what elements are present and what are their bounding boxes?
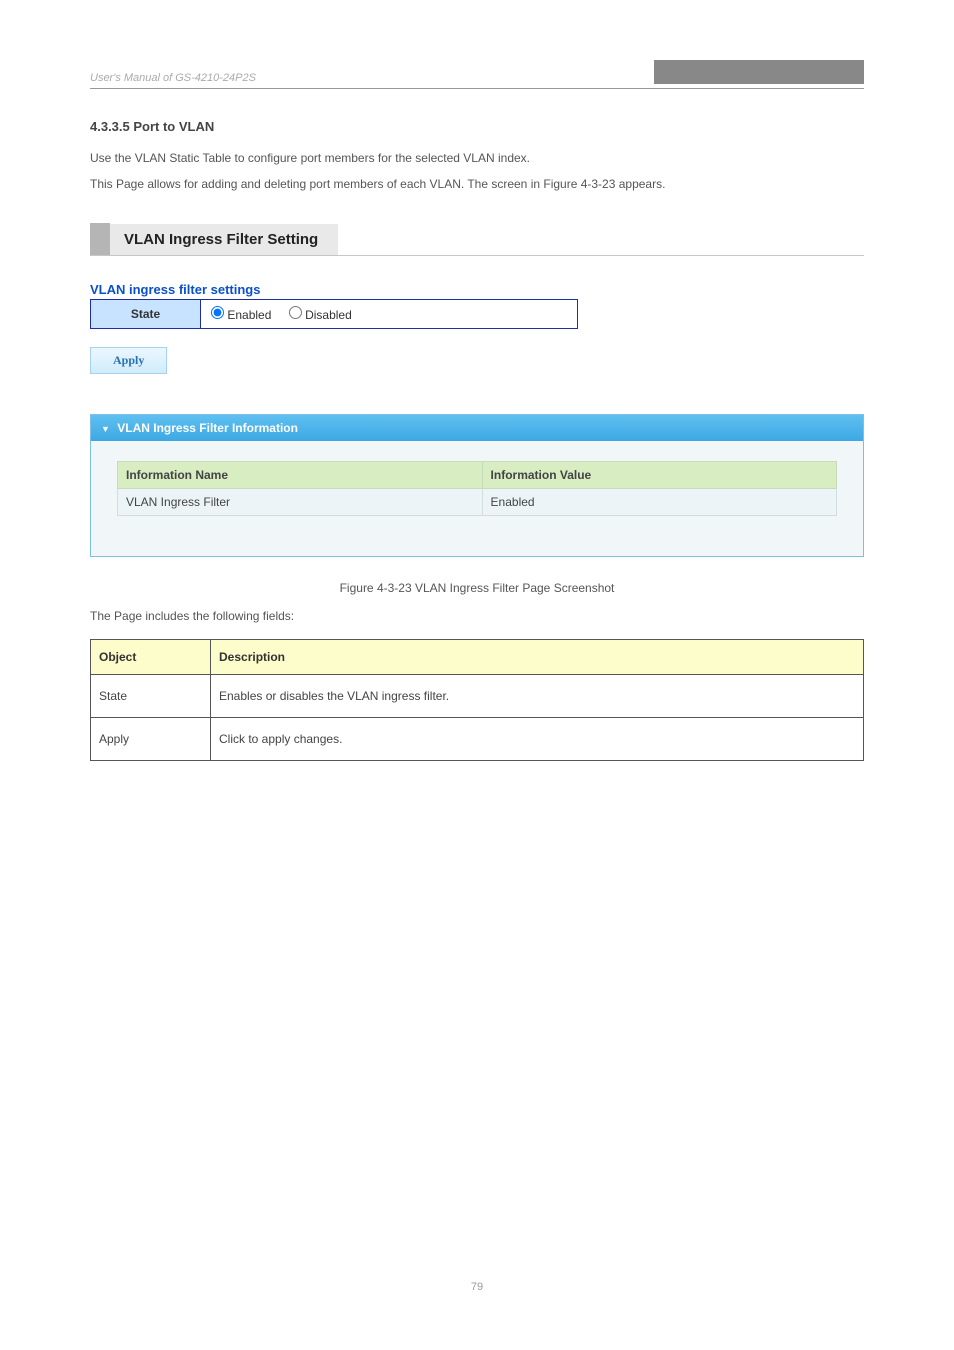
row-desc: Click to apply changes. [211,718,864,761]
info-panel: ▼ VLAN Ingress Filter Information Inform… [90,414,864,557]
radio-disabled-label[interactable]: Disabled [289,308,352,322]
info-row-name: VLAN Ingress Filter [118,489,483,516]
figure-caption: Figure 4-3-23 VLAN Ingress Filter Page S… [90,581,864,595]
col-info-value: Information Value [482,462,836,489]
row-object: Apply [91,718,211,761]
radio-enabled[interactable] [211,306,224,319]
table-header-row: Information Name Information Value [118,462,837,489]
divider [90,255,864,256]
header-left-text: User's Manual of GS-4210-24P2S [90,72,256,84]
section-intro-2: This Page allows for adding and deleting… [90,175,864,193]
table-row: VLAN Ingress Filter Enabled [118,489,837,516]
radio-disabled[interactable] [289,306,302,319]
info-panel-body: Information Name Information Value VLAN … [91,441,863,556]
state-label: State [91,300,201,329]
panel-title: VLAN Ingress Filter Setting [110,224,338,255]
radio-disabled-text: Disabled [305,308,352,322]
screenshot-container: VLAN Ingress Filter Setting VLAN ingress… [90,223,864,557]
table-row: Apply Click to apply changes. [91,718,864,761]
settings-subheading: VLAN ingress filter settings [90,282,864,297]
col-description: Description [211,640,864,675]
info-table: Information Name Information Value VLAN … [117,461,837,516]
radio-enabled-text: Enabled [227,308,271,322]
col-info-name: Information Name [118,462,483,489]
section-intro-1: Use the VLAN Static Table to configure p… [90,149,864,167]
description-table: Object Description State Enables or disa… [90,639,864,761]
row-object: State [91,675,211,718]
table-header-row: Object Description [91,640,864,675]
desc-caption: The Page includes the following fields: [90,609,864,623]
info-row-value: Enabled [482,489,836,516]
section-number: 4.3.3.5 Port to VLAN [90,119,864,134]
row-desc: Enables or disables the VLAN ingress fil… [211,675,864,718]
apply-button[interactable]: Apply [90,347,167,374]
chevron-down-icon: ▼ [101,424,110,434]
state-options-cell: Enabled Disabled [201,300,578,329]
radio-enabled-label[interactable]: Enabled [211,308,275,322]
header-grey-box [654,60,864,84]
col-object: Object [91,640,211,675]
page-number: 79 [0,1281,954,1323]
info-panel-title: VLAN Ingress Filter Information [117,421,298,435]
info-panel-header[interactable]: ▼ VLAN Ingress Filter Information [91,415,863,441]
title-accent-bar [90,223,110,255]
state-table: State Enabled Disabled [90,299,578,329]
table-row: State Enables or disables the VLAN ingre… [91,675,864,718]
